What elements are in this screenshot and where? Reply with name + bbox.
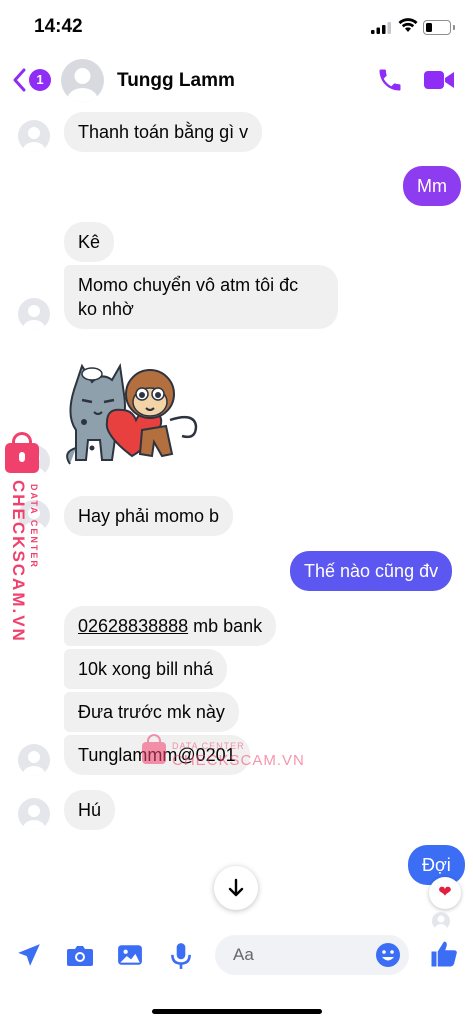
message-incoming[interactable]: Kê	[64, 222, 115, 262]
message-incoming[interactable]: Hay phải momo b	[64, 496, 234, 536]
message-text-line: ko nhờ	[78, 299, 134, 319]
status-bar: 14:42	[0, 0, 473, 54]
back-button[interactable]: 1	[12, 64, 54, 96]
composer-bar: Aa	[0, 930, 473, 982]
back-chevron-icon	[13, 68, 26, 92]
heart-icon: ❤	[438, 884, 452, 901]
watermark-lock-icon	[142, 734, 166, 764]
chat-header: 1 Tungg Lamm	[0, 54, 473, 108]
message-input-placeholder: Aa	[233, 945, 254, 964]
message-text: Kê	[78, 232, 101, 252]
message-incoming[interactable]: Hú	[64, 790, 116, 830]
emoji-icon[interactable]	[375, 942, 401, 968]
sender-avatar[interactable]	[18, 120, 50, 152]
contact-avatar[interactable]	[61, 59, 104, 102]
battery-icon	[423, 20, 455, 35]
unread-badge: 1	[29, 69, 51, 91]
thumbs-up-icon[interactable]	[429, 939, 459, 969]
message-incoming[interactable]: Momo chuyển vô atm tôi đc ko nhờ	[64, 265, 338, 329]
message-text: Hú	[78, 800, 102, 820]
watermark-tag: DATA CENTER	[172, 741, 245, 751]
arrow-down-icon	[228, 878, 244, 897]
message-text: Đưa trước mk này	[78, 702, 225, 722]
message-incoming[interactable]: 02628838888 mb bank	[64, 606, 277, 646]
camera-icon[interactable]	[66, 942, 94, 968]
watermark-brand: CHECKSCAM.VN	[9, 480, 28, 643]
message-text: 10k xong bill nhá	[78, 659, 214, 679]
status-time: 14:42	[34, 16, 83, 37]
message-text: Hay phải momo b	[78, 506, 220, 526]
signal-icon	[371, 22, 391, 34]
message-outgoing[interactable]: Thế nào cũng đv	[290, 551, 453, 591]
watermark-tag: DATA CENTER	[29, 484, 39, 569]
home-indicator	[152, 1009, 322, 1014]
contact-name[interactable]: Tungg Lamm	[117, 70, 235, 92]
message-incoming[interactable]: Đưa trước mk này	[64, 692, 239, 732]
phone-number-link[interactable]: 02628838888	[78, 616, 188, 636]
message-input[interactable]: Aa	[215, 935, 409, 975]
sticker-cat-monkey-heart[interactable]	[62, 360, 212, 470]
wifi-icon	[398, 18, 418, 32]
message-incoming[interactable]: 10k xong bill nhá	[64, 649, 228, 689]
sender-avatar[interactable]	[18, 298, 50, 330]
watermark-brand: CHECKSCAM.VN	[172, 752, 305, 769]
message-text: Đợi	[422, 855, 451, 875]
message-incoming[interactable]: Thanh toán bằng gì v	[64, 112, 263, 152]
microphone-icon[interactable]	[170, 942, 192, 970]
sender-avatar[interactable]	[18, 798, 50, 830]
video-camera-icon[interactable]	[423, 68, 455, 92]
message-text: Mm	[417, 176, 447, 196]
watermark-lock-icon	[5, 432, 39, 473]
send-location-icon[interactable]	[16, 942, 42, 968]
scroll-to-bottom-button[interactable]	[214, 866, 258, 910]
message-outgoing[interactable]: Mm	[403, 166, 461, 206]
message-text: mb bank	[188, 616, 263, 636]
message-text: Thanh toán bằng gì v	[78, 122, 249, 142]
message-text-line: Momo chuyển vô atm tôi đc	[78, 275, 299, 295]
message-text: Thế nào cũng đv	[304, 561, 439, 581]
image-icon[interactable]	[117, 942, 143, 968]
seen-avatar	[432, 912, 450, 930]
phone-icon[interactable]	[376, 66, 404, 94]
heart-reaction[interactable]: ❤	[429, 877, 461, 909]
sender-avatar[interactable]	[18, 744, 50, 776]
